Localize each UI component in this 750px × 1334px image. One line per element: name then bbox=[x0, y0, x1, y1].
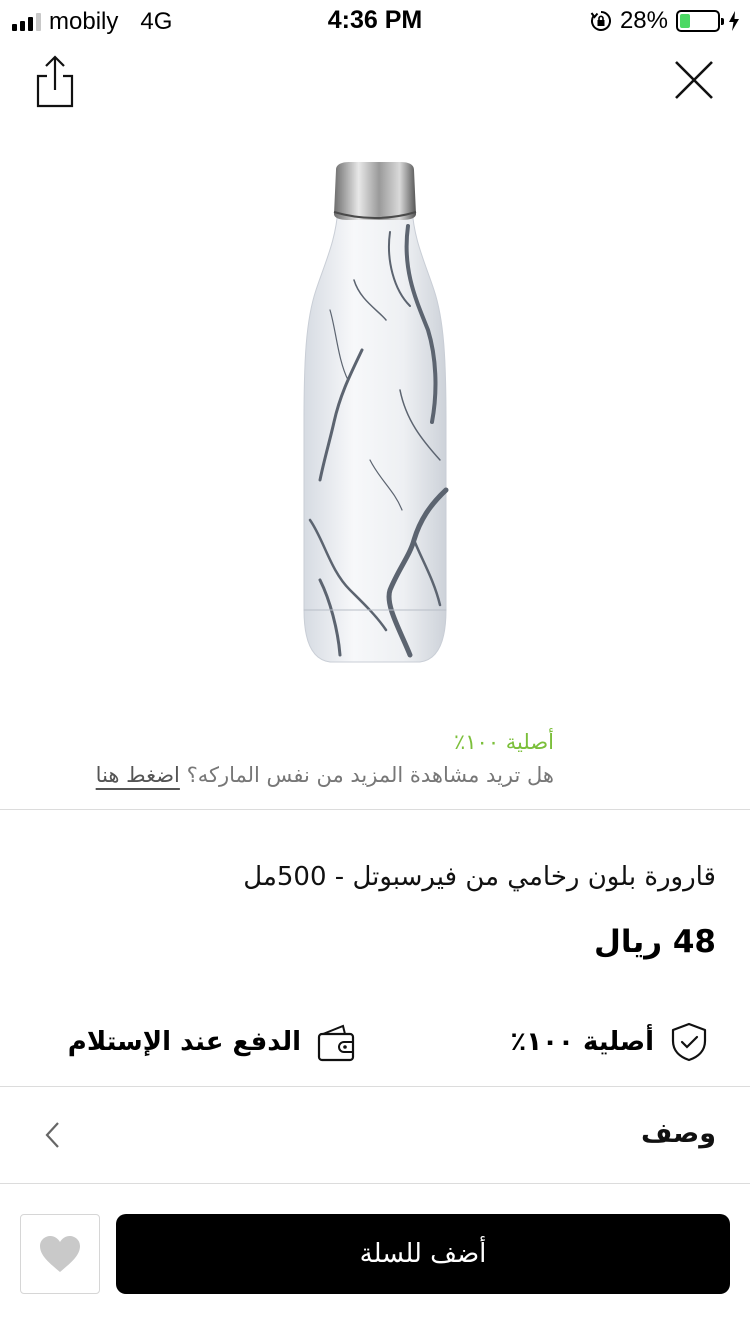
share-icon bbox=[36, 55, 74, 108]
favorite-button[interactable] bbox=[20, 1214, 100, 1294]
battery-fill bbox=[680, 14, 691, 28]
divider bbox=[0, 809, 750, 810]
product-price: 48 ريال bbox=[594, 924, 716, 960]
brand-question: هل تريد مشاهدة المزيد من نفس الماركه؟ bbox=[179, 763, 554, 787]
brand-more-line: هل تريد مشاهدة المزيد من نفس الماركه؟ اض… bbox=[96, 763, 554, 787]
description-label: وصف bbox=[640, 1118, 716, 1149]
heart-icon bbox=[40, 1236, 80, 1272]
divider bbox=[0, 1183, 750, 1184]
orientation-lock-icon bbox=[590, 11, 611, 31]
close-button[interactable] bbox=[672, 58, 716, 102]
wallet-icon bbox=[317, 1024, 355, 1062]
shield-check-icon bbox=[671, 1022, 707, 1062]
close-icon bbox=[675, 61, 713, 99]
brand-link[interactable]: اضغط هنا bbox=[96, 763, 180, 787]
product-title: قارورة بلون رخامي من فيرسبوتل - 500مل bbox=[243, 862, 716, 892]
add-to-cart-button[interactable]: أضف للسلة bbox=[116, 1214, 730, 1294]
product-screen: mobily 4G 4:36 PM 28% أصلية ١٠٠٪ هل تريد… bbox=[0, 0, 750, 1334]
divider bbox=[0, 1086, 750, 1087]
battery-icon bbox=[676, 10, 724, 32]
feature-authentic: أصلية ١٠٠٪ bbox=[510, 1020, 708, 1064]
status-right: 28% bbox=[590, 7, 740, 35]
feature-cash-on-delivery: الدفع عند الإستلام bbox=[68, 1020, 355, 1064]
chevron-left-icon bbox=[45, 1122, 59, 1148]
charging-bolt-icon bbox=[729, 11, 739, 31]
description-row[interactable]: وصف bbox=[0, 1088, 750, 1184]
share-button[interactable] bbox=[34, 54, 76, 108]
battery-percent: 28% bbox=[619, 7, 668, 34]
authentic-badge-text: أصلية ١٠٠٪ bbox=[453, 730, 554, 754]
status-bar: mobily 4G 4:36 PM 28% bbox=[0, 0, 750, 40]
feature-authentic-label: أصلية ١٠٠٪ bbox=[510, 1027, 654, 1057]
feature-cod-label: الدفع عند الإستلام bbox=[67, 1027, 301, 1057]
product-image[interactable] bbox=[290, 160, 460, 670]
